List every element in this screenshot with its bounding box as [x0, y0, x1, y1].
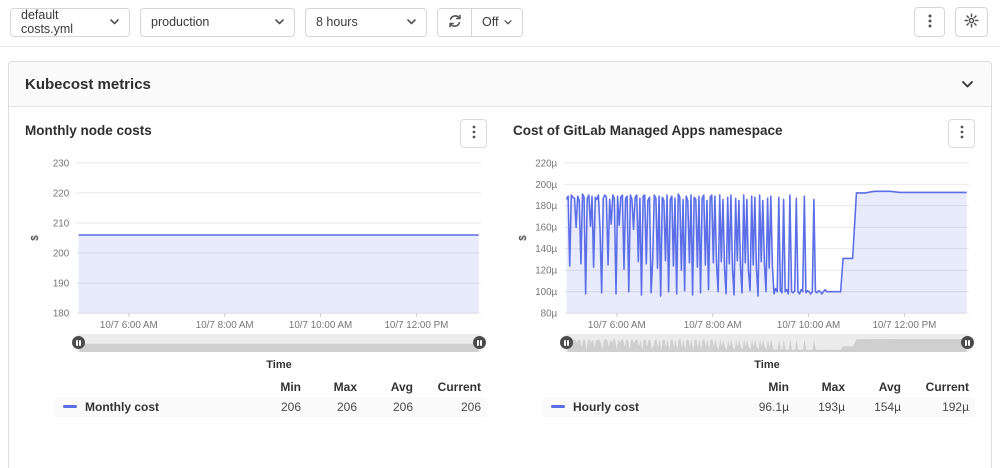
scrubber-preview: [77, 334, 481, 352]
chart-actions-menu-button[interactable]: [948, 119, 975, 148]
kebab-icon: [928, 14, 932, 31]
chart-title: Monthly node costs: [25, 119, 152, 138]
chart-legend: Min Max Avg Current Monthly cost 206 206…: [55, 377, 487, 417]
section-title: Kubecost metrics: [25, 76, 151, 93]
dashboard-toolbar: default costs.yml production 8 hours: [0, 0, 1000, 47]
series-color-chip: [551, 405, 565, 408]
kubecost-metrics-card: Kubecost metrics Monthly node costs 1801…: [8, 61, 992, 468]
svg-text:10/7 8:00 AM: 10/7 8:00 AM: [684, 320, 742, 328]
legend-header-min: Min: [733, 380, 789, 394]
kebab-icon: [960, 125, 964, 142]
chart-canvas-monthly-node-costs: 180 190 200 210 220 230 10/7 6:00 AM 10/7 8:00 …: [25, 153, 487, 328]
panel-head: Monthly node costs: [25, 119, 487, 151]
series-current: 192µ: [901, 400, 969, 414]
gear-icon: [964, 13, 979, 31]
chart-canvas-managed-apps-cost: 80µ 100µ 120µ 140µ 160µ 180µ 200µ 220µ 10/7 6:00…: [513, 153, 975, 328]
chart-legend: Min Max Avg Current Hourly cost 96.1µ 19…: [543, 377, 975, 417]
svg-text:10/7 8:00 AM: 10/7 8:00 AM: [196, 320, 254, 328]
series-min: 206: [245, 400, 301, 414]
svg-text:80µ: 80µ: [541, 309, 558, 320]
series-max: 193µ: [789, 400, 845, 414]
svg-text:220: 220: [53, 188, 70, 199]
svg-text:100µ: 100µ: [535, 287, 557, 298]
legend-header-current: Current: [901, 380, 969, 394]
scrubber-right-handle[interactable]: [473, 336, 486, 349]
panel-monthly-node-costs: Monthly node costs 180 190 200 210 220 230 10/…: [25, 117, 487, 417]
legend-header-min: Min: [245, 380, 301, 394]
series-avg: 154µ: [845, 400, 901, 414]
legend-header-row: Min Max Avg Current: [543, 377, 975, 397]
svg-text:190: 190: [53, 279, 70, 290]
legend-header-avg: Avg: [845, 380, 901, 394]
kubecost-metrics-header[interactable]: Kubecost metrics: [9, 62, 991, 107]
chevron-down-icon: [407, 19, 416, 25]
dashboard-select-value: default costs.yml: [21, 8, 102, 36]
metrics-settings-button[interactable]: [955, 7, 988, 37]
auto-refresh-interval-value: Off: [482, 15, 498, 29]
svg-text:$: $: [518, 235, 529, 241]
auto-refresh-interval-select[interactable]: Off: [471, 9, 522, 36]
series-current: 206: [413, 400, 481, 414]
legend-header-max: Max: [789, 380, 845, 394]
svg-text:180: 180: [53, 309, 70, 320]
svg-text:10/7 6:00 AM: 10/7 6:00 AM: [588, 320, 646, 328]
x-axis-label: Time: [565, 359, 969, 371]
chevron-down-icon: [275, 19, 284, 25]
collapse-chevron-down-icon[interactable]: [962, 75, 973, 93]
series-name: Hourly cost: [573, 400, 639, 414]
svg-text:210: 210: [53, 218, 70, 229]
time-range-scrubber[interactable]: [565, 334, 969, 352]
chevron-down-icon: [504, 20, 512, 25]
charts-row: Monthly node costs 180 190 200 210 220 230 10/…: [9, 107, 991, 417]
scrubber-right-handle[interactable]: [961, 336, 974, 349]
series-avg: 206: [357, 400, 413, 414]
svg-text:$: $: [30, 235, 41, 241]
x-axis-label: Time: [77, 359, 481, 371]
refresh-button-group: Off: [437, 8, 523, 37]
time-range-select[interactable]: 8 hours: [305, 8, 427, 37]
series-name: Monthly cost: [85, 400, 159, 414]
time-range-select-value: 8 hours: [316, 15, 358, 29]
chart-title: Cost of GitLab Managed Apps namespace: [513, 119, 783, 138]
svg-text:10/7 10:00 AM: 10/7 10:00 AM: [289, 320, 352, 328]
scrubber-preview: [565, 334, 969, 352]
refresh-button[interactable]: [438, 9, 471, 36]
series-color-chip: [63, 405, 77, 408]
dashboard-actions-menu-button[interactable]: [914, 7, 945, 37]
series-max: 206: [301, 400, 357, 414]
dashboard-select[interactable]: default costs.yml: [10, 8, 130, 37]
svg-text:140µ: 140µ: [535, 244, 557, 255]
kebab-icon: [472, 125, 476, 142]
environment-select-value: production: [151, 15, 209, 29]
legend-header-max: Max: [301, 380, 357, 394]
svg-text:160µ: 160µ: [535, 223, 557, 234]
panel-head: Cost of GitLab Managed Apps namespace: [513, 119, 975, 151]
legend-header-row: Min Max Avg Current: [55, 377, 487, 397]
chevron-down-icon: [110, 19, 119, 25]
svg-text:230: 230: [53, 158, 70, 169]
svg-text:10/7 10:00 AM: 10/7 10:00 AM: [777, 320, 840, 328]
series-min: 96.1µ: [733, 400, 789, 414]
svg-text:10/7 12:00 PM: 10/7 12:00 PM: [384, 320, 448, 328]
svg-text:220µ: 220µ: [535, 158, 557, 169]
refresh-icon: [448, 14, 462, 31]
svg-text:10/7 6:00 AM: 10/7 6:00 AM: [100, 320, 158, 328]
time-range-scrubber[interactable]: [77, 334, 481, 352]
legend-header-avg: Avg: [357, 380, 413, 394]
legend-series-row: Hourly cost 96.1µ 193µ 154µ 192µ: [543, 397, 975, 417]
panel-managed-apps-cost: Cost of GitLab Managed Apps namespace 80…: [513, 117, 975, 417]
svg-text:200: 200: [53, 249, 70, 260]
svg-text:10/7 12:00 PM: 10/7 12:00 PM: [872, 320, 936, 328]
environment-select[interactable]: production: [140, 8, 295, 37]
svg-text:120µ: 120µ: [535, 266, 557, 277]
legend-series-row: Monthly cost 206 206 206 206: [55, 397, 487, 417]
svg-text:200µ: 200µ: [535, 180, 557, 191]
chart-actions-menu-button[interactable]: [460, 119, 487, 148]
svg-text:180µ: 180µ: [535, 201, 557, 212]
legend-header-current: Current: [413, 380, 481, 394]
